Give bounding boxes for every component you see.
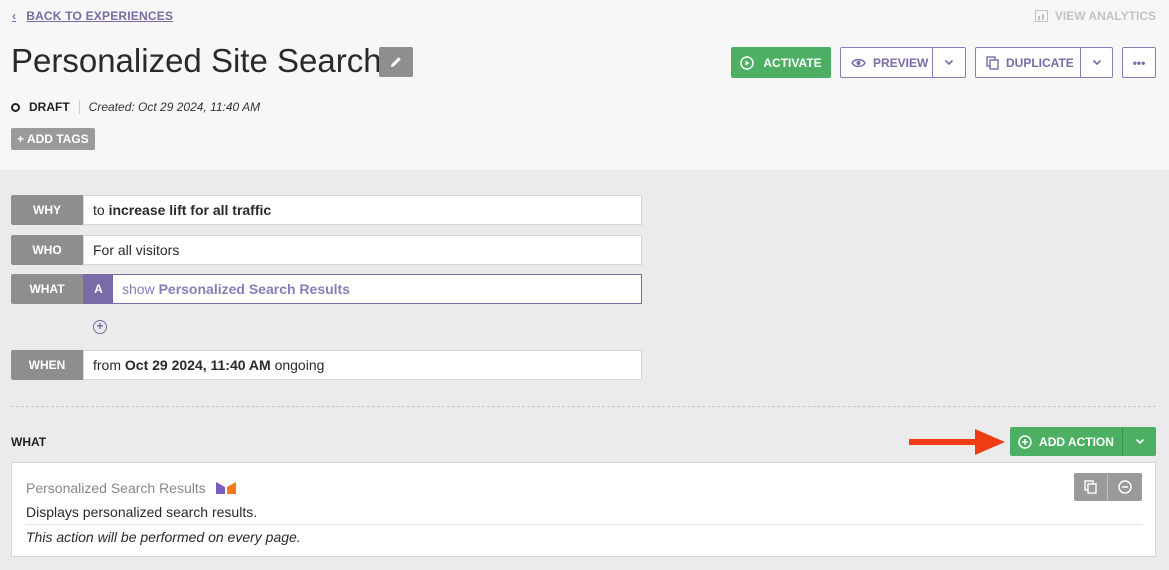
when-prefix: from	[93, 357, 125, 373]
what-action-name: Personalized Search Results	[158, 281, 350, 297]
card-divider	[26, 524, 1142, 525]
add-action-label: ADD ACTION	[1039, 434, 1114, 449]
card-actions	[1074, 473, 1142, 501]
duplicate-dropdown-toggle[interactable]	[1081, 48, 1112, 77]
more-icon: •••	[1132, 55, 1146, 70]
view-analytics-label: VIEW ANALYTICS	[1054, 9, 1156, 23]
what-value[interactable]: A show Personalized Search Results	[83, 274, 642, 304]
status-dot-icon	[11, 102, 20, 112]
experience-header: ‹ BACK TO EXPERIENCES VIEW ANALYTICS Per…	[0, 0, 1169, 170]
eye-icon	[851, 58, 866, 67]
edit-title-button[interactable]	[379, 47, 413, 77]
what-label: WHAT	[11, 274, 83, 304]
back-to-experiences-link[interactable]: ‹ BACK TO EXPERIENCES	[12, 9, 173, 23]
more-options-button[interactable]: •••	[1122, 47, 1156, 78]
action-description: Displays personalized search results.	[26, 504, 258, 520]
copy-icon	[986, 55, 999, 70]
add-variant-button[interactable]: +	[93, 320, 107, 334]
pencil-icon	[391, 57, 401, 67]
when-row: WHEN from Oct 29 2024, 11:40 AM ongoing	[11, 350, 642, 380]
when-suffix: ongoing	[270, 357, 325, 373]
arrow-right-icon	[909, 429, 1005, 455]
who-row: WHO For all visitors	[11, 235, 642, 265]
chevron-down-icon	[1092, 59, 1101, 66]
duplicate-label: DUPLICATE	[1006, 55, 1074, 70]
chevron-down-icon	[1135, 438, 1144, 445]
what-prefix: show	[122, 281, 159, 297]
why-label: WHY	[11, 195, 83, 225]
who-value[interactable]: For all visitors	[83, 235, 642, 265]
created-timestamp: Created: Oct 29 2024, 11:40 AM	[88, 100, 261, 114]
add-action-button[interactable]: ADD ACTION	[1010, 427, 1123, 456]
why-prefix: to	[93, 202, 109, 218]
duplicate-button-group: DUPLICATE	[975, 47, 1113, 78]
preview-label: PREVIEW	[873, 55, 929, 70]
when-value[interactable]: from Oct 29 2024, 11:40 AM ongoing	[83, 350, 642, 380]
action-name: Personalized Search Results	[26, 480, 206, 496]
add-action-dropdown-toggle[interactable]	[1123, 427, 1156, 456]
when-date: Oct 29 2024, 11:40 AM	[124, 357, 271, 373]
status-badge: DRAFT	[29, 100, 70, 114]
preview-button-group: PREVIEW	[840, 47, 966, 78]
analytics-icon	[1034, 10, 1048, 22]
preview-dropdown-toggle[interactable]	[933, 48, 965, 77]
when-label: WHEN	[11, 350, 83, 380]
view-analytics-link[interactable]: VIEW ANALYTICS	[1034, 9, 1156, 23]
why-value[interactable]: to increase lift for all traffic	[83, 195, 642, 225]
what-section-heading: WHAT	[11, 435, 47, 449]
back-link-label: BACK TO EXPERIENCES	[26, 9, 174, 23]
add-tags-button[interactable]: + ADD TAGS	[11, 128, 95, 150]
plus-circle-icon	[1018, 434, 1032, 449]
section-divider	[11, 406, 1156, 407]
remove-icon	[1118, 480, 1132, 494]
activate-label: ACTIVATE	[763, 55, 822, 70]
preview-button[interactable]: PREVIEW	[841, 48, 933, 77]
what-row: WHAT A show Personalized Search Results	[11, 274, 642, 304]
play-circle-icon	[740, 55, 755, 70]
action-note: This action will be performed on every p…	[26, 529, 301, 545]
duplicate-button[interactable]: DUPLICATE	[976, 48, 1081, 77]
action-card-title[interactable]: Personalized Search Results	[26, 480, 237, 496]
chevron-down-icon	[944, 59, 954, 66]
chevron-left-icon: ‹	[12, 9, 17, 23]
action-card: Personalized Search Results Displays per…	[11, 462, 1156, 557]
why-goal: increase lift for all traffic	[108, 202, 272, 218]
why-row: WHY to increase lift for all traffic	[11, 195, 642, 225]
status-divider	[78, 100, 80, 114]
copy-icon	[1084, 480, 1097, 494]
status-row: DRAFT Created: Oct 29 2024, 11:40 AM	[11, 100, 260, 114]
variant-badge: A	[84, 275, 113, 303]
who-label: WHO	[11, 235, 83, 265]
activate-button[interactable]: ACTIVATE	[731, 47, 831, 78]
brand-logo-icon	[215, 482, 236, 494]
add-action-button-group: ADD ACTION	[1010, 427, 1156, 456]
copy-action-button[interactable]	[1074, 473, 1108, 501]
remove-action-button[interactable]	[1108, 473, 1142, 501]
page-title: Personalized Site Search	[11, 42, 382, 79]
